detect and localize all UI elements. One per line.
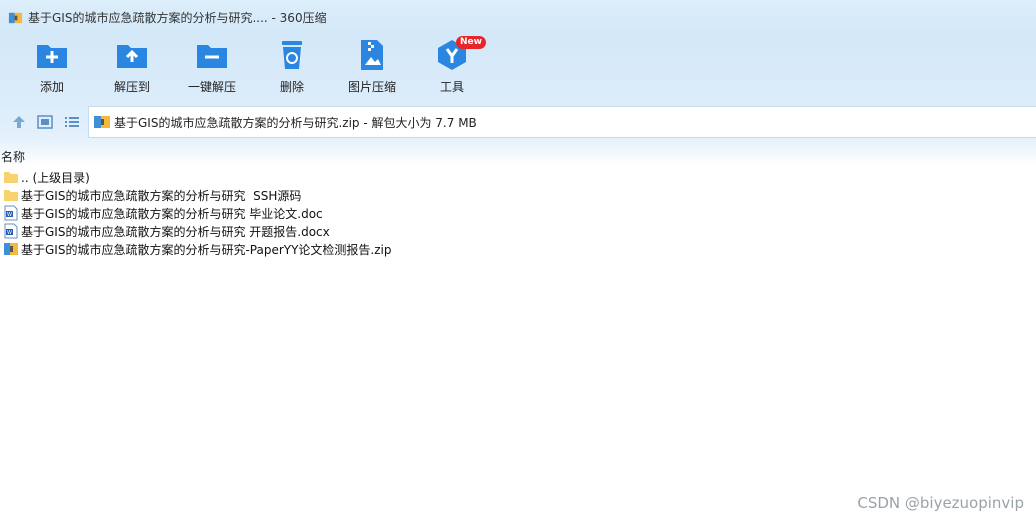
add-label: 添加	[39, 80, 64, 94]
image-compress-button[interactable]: 图片压缩	[332, 38, 412, 98]
svg-text:W: W	[7, 212, 12, 218]
file-name: 基于GIS的城市应急疏散方案的分析与研究 毕业论文.doc	[21, 206, 323, 221]
add-button[interactable]: 添加	[12, 38, 92, 98]
folder-icon	[4, 190, 18, 201]
address-bar[interactable]: 基于GIS的城市应急疏散方案的分析与研究.zip - 解包大小为 7.7 MB	[88, 106, 1036, 138]
title-bar: 基于GIS的城市应急疏散方案的分析与研究.... - 360压缩	[0, 0, 1036, 34]
list-item[interactable]: W 基于GIS的城市应急疏散方案的分析与研究 开题报告.docx	[0, 222, 1036, 240]
archive-icon	[94, 116, 110, 128]
one-click-extract-button[interactable]: 一键解压	[172, 38, 252, 98]
add-folder-icon	[37, 45, 67, 68]
file-name: 基于GIS的城市应急疏散方案的分析与研究 开题报告.docx	[21, 224, 330, 239]
toolbar: 添加 解压到 一键解压 删除 图片压缩 New 工具	[0, 34, 1036, 102]
one-click-extract-icon	[197, 45, 227, 68]
extract-to-folder-icon	[117, 45, 147, 68]
file-name: 基于GIS的城市应急疏散方案的分析与研究-PaperYY论文检测报告.zip	[21, 242, 392, 257]
new-badge: New	[456, 36, 486, 49]
address-text: 基于GIS的城市应急疏散方案的分析与研究.zip - 解包大小为 7.7 MB	[114, 115, 477, 130]
list-view-icon[interactable]	[64, 114, 80, 130]
word-doc-icon: W	[4, 205, 18, 221]
list-header: 名称	[0, 142, 1036, 166]
column-header-name[interactable]: 名称	[1, 148, 25, 165]
file-list: .. (上级目录) 基于GIS的城市应急疏散方案的分析与研究 SSH源码 W 基…	[0, 168, 1036, 258]
one-click-extract-label: 一键解压	[187, 80, 236, 94]
image-compress-label: 图片压缩	[347, 80, 396, 94]
zip-archive-icon	[4, 243, 18, 255]
up-arrow-icon[interactable]	[11, 114, 27, 130]
address-row: 基于GIS的城市应急疏散方案的分析与研究.zip - 解包大小为 7.7 MB	[0, 102, 1036, 142]
tools-button[interactable]: New 工具	[412, 36, 492, 98]
archive-icon	[8, 12, 23, 23]
list-item[interactable]: 基于GIS的城市应急疏散方案的分析与研究 SSH源码	[0, 186, 1036, 204]
recycle-bin-icon	[282, 41, 302, 69]
image-compress-icon	[361, 40, 383, 70]
thumbnail-view-icon[interactable]	[37, 114, 53, 130]
folder-icon	[4, 172, 18, 183]
file-name: .. (上级目录)	[21, 170, 90, 185]
tools-label: 工具	[439, 80, 464, 94]
watermark: CSDN @biyezuopinvip	[857, 494, 1024, 512]
file-name: 基于GIS的城市应急疏散方案的分析与研究 SSH源码	[21, 188, 302, 203]
extract-to-label: 解压到	[113, 80, 150, 94]
word-docx-icon: W	[4, 223, 18, 239]
delete-label: 删除	[279, 80, 304, 94]
list-item[interactable]: W 基于GIS的城市应急疏散方案的分析与研究 毕业论文.doc	[0, 204, 1036, 222]
svg-text:W: W	[7, 230, 12, 236]
extract-to-button[interactable]: 解压到	[92, 38, 172, 98]
list-item-parent-directory[interactable]: .. (上级目录)	[0, 168, 1036, 186]
window-title: 基于GIS的城市应急疏散方案的分析与研究.... - 360压缩	[28, 10, 327, 25]
delete-button[interactable]: 删除	[252, 38, 332, 98]
list-item[interactable]: 基于GIS的城市应急疏散方案的分析与研究-PaperYY论文检测报告.zip	[0, 240, 1036, 258]
